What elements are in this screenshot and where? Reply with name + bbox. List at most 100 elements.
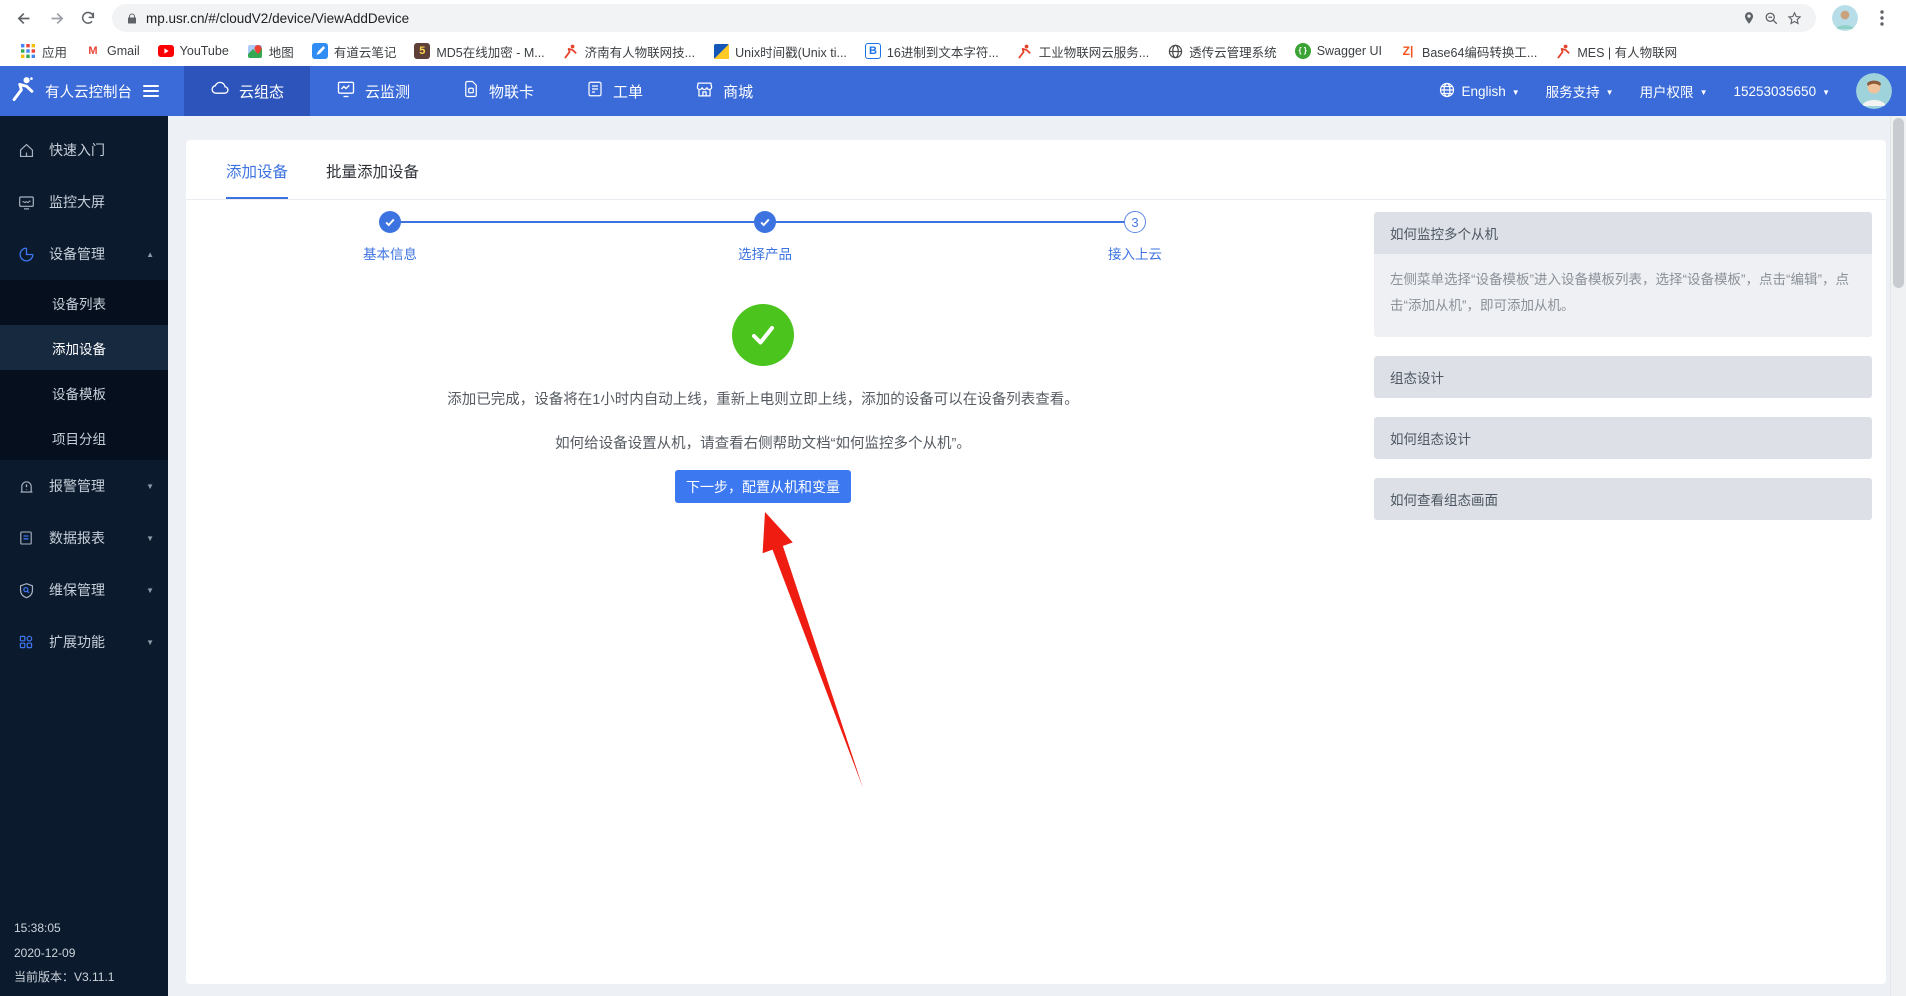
bookmark-hex-converter[interactable]: B 16进制到文本字符...	[857, 39, 1007, 64]
hamburger-icon[interactable]	[143, 85, 159, 97]
step1-check-icon	[379, 211, 401, 233]
browser-profile-avatar[interactable]	[1832, 5, 1858, 31]
device-submenu: 设备列表 添加设备 设备模板 项目分组	[0, 280, 168, 460]
tab-batch-add-device[interactable]: 批量添加设备	[326, 160, 419, 199]
hex-b-icon: B	[865, 43, 881, 59]
sidebar-item-project-group[interactable]: 项目分组	[0, 415, 168, 460]
help-box-multi-slave: 如何监控多个从机 左侧菜单选择“设备模板”进入设备模板列表，选择“设备模板”，点…	[1374, 212, 1872, 337]
sidebar-item-device-list[interactable]: 设备列表	[0, 280, 168, 325]
nav-tab-iot-card[interactable]: 物联卡	[436, 66, 560, 116]
nav-tab-work-order[interactable]: 工单	[560, 66, 669, 116]
home-icon	[16, 142, 36, 159]
base64-icon: Z|	[1400, 43, 1416, 59]
bookmark-youdao[interactable]: 有道云笔记	[304, 39, 405, 64]
cloud-icon	[210, 79, 230, 103]
next-step-button[interactable]: 下一步，配置从机和变量	[675, 470, 851, 503]
scrollbar-thumb[interactable]	[1893, 118, 1904, 288]
sidebar-item-quick-start[interactable]: 快速入门	[0, 124, 168, 176]
swagger-icon: { }	[1295, 43, 1311, 59]
sidebar: 快速入门 监控大屏 设备管理 ▲ 设备列表 添加设备 设备模板	[0, 116, 168, 996]
sidebar-item-label: 监控大屏	[49, 192, 105, 212]
sidebar-item-monitor-screen[interactable]: 监控大屏	[0, 176, 168, 228]
page-scrollbar[interactable]	[1890, 116, 1906, 996]
bookmark-passthrough-cloud[interactable]: 透传云管理系统	[1159, 39, 1285, 64]
bookmark-star-icon[interactable]	[1787, 11, 1802, 26]
app-body: 快速入门 监控大屏 设备管理 ▲ 设备列表 添加设备 设备模板	[0, 116, 1906, 996]
nav-right: English ▼ 服务支持 ▼ 用户权限 ▼ 15253035650 ▼	[1439, 66, 1906, 116]
bookmark-maps[interactable]: 地图	[239, 39, 302, 64]
help-title[interactable]: 如何组态设计	[1374, 417, 1872, 459]
report-icon	[16, 530, 36, 546]
nav-tab-label: 物联卡	[489, 81, 534, 102]
sidebar-item-label: 数据报表	[49, 528, 105, 548]
pie-chart-icon	[16, 246, 36, 263]
tab-add-device[interactable]: 添加设备	[226, 160, 288, 199]
chevron-up-icon: ▲	[146, 250, 154, 259]
nav-tab-cloud-scada[interactable]: 云组态	[184, 66, 310, 116]
account-menu[interactable]: 15253035650 ▼	[1733, 84, 1830, 99]
support-menu[interactable]: 服务支持 ▼	[1546, 81, 1614, 101]
bookmark-mes[interactable]: MES | 有人物联网	[1547, 39, 1685, 64]
language-selector[interactable]: English ▼	[1439, 82, 1519, 101]
help-title[interactable]: 组态设计	[1374, 356, 1872, 398]
sidebar-item-device-management[interactable]: 设备管理 ▲	[0, 228, 168, 280]
content-tabs: 添加设备 批量添加设备	[186, 140, 1886, 200]
bookmark-md5[interactable]: 5 MD5在线加密 - M...	[406, 39, 552, 64]
bookmark-base64[interactable]: Z| Base64编码转换工...	[1392, 39, 1545, 64]
account-label: 15253035650	[1733, 84, 1816, 99]
step1-label: 基本信息	[330, 243, 450, 263]
bookmark-label: 16进制到文本字符...	[887, 42, 999, 61]
bookmark-label: Unix时间戳(Unix ti...	[735, 42, 847, 61]
success-check-icon	[732, 304, 794, 366]
refresh-icon[interactable]	[74, 4, 102, 32]
chevron-down-icon: ▼	[146, 534, 154, 543]
submenu-item-label: 设备模板	[52, 383, 106, 403]
current-date: 2020-12-09	[14, 941, 114, 966]
help-body-text: 左侧菜单选择“设备模板”进入设备模板列表，选择“设备模板”，点击“编辑”，点击“…	[1374, 254, 1872, 337]
youtube-icon	[158, 43, 174, 59]
browser-toolbar: mp.usr.cn/#/cloudV2/device/ViewAddDevice	[0, 0, 1906, 36]
nav-tab-mall[interactable]: 商城	[669, 66, 779, 116]
bookmark-gmail[interactable]: M Gmail	[77, 40, 148, 62]
help-title[interactable]: 如何监控多个从机	[1374, 212, 1872, 254]
location-pin-icon[interactable]	[1742, 11, 1756, 25]
globe-dark-icon	[1167, 43, 1183, 59]
runner-icon	[1555, 43, 1571, 59]
zoom-out-icon[interactable]	[1764, 11, 1779, 26]
sidebar-item-data-report[interactable]: 数据报表 ▼	[0, 512, 168, 564]
bookmark-unix-timestamp[interactable]: Unix时间戳(Unix ti...	[705, 39, 855, 64]
bookmark-usr-iiot[interactable]: 工业物联网云服务...	[1009, 39, 1157, 64]
back-icon[interactable]	[10, 4, 38, 32]
sidebar-item-label: 维保管理	[49, 580, 105, 600]
forward-icon[interactable]	[42, 4, 70, 32]
sidebar-item-label: 设备管理	[49, 244, 105, 264]
nav-tab-cloud-monitor[interactable]: 云监测	[310, 66, 436, 116]
sidebar-item-device-template[interactable]: 设备模板	[0, 370, 168, 415]
permission-menu[interactable]: 用户权限 ▼	[1640, 81, 1708, 101]
sidebar-item-label: 报警管理	[49, 476, 105, 496]
sidebar-item-alarm-management[interactable]: 报警管理 ▼	[0, 460, 168, 512]
address-bar[interactable]: mp.usr.cn/#/cloudV2/device/ViewAddDevice	[112, 4, 1816, 32]
bookmark-youtube[interactable]: YouTube	[150, 40, 237, 62]
chevron-down-icon: ▼	[146, 638, 154, 647]
bookmark-label: 有道云笔记	[334, 42, 397, 61]
top-navigation: 有人云控制台 云组态 云监测 物联卡 工单	[0, 66, 1906, 116]
sidebar-item-maintenance[interactable]: 维保管理 ▼	[0, 564, 168, 616]
stepper: 3 基本信息 选择产品 接入上云	[186, 211, 1340, 275]
bookmark-label: 透传云管理系统	[1189, 42, 1277, 61]
sidebar-item-extensions[interactable]: 扩展功能 ▼	[0, 616, 168, 668]
bookmark-label: MD5在线加密 - M...	[436, 42, 544, 61]
bookmark-usr-jinan[interactable]: 济南有人物联网技...	[555, 39, 703, 64]
version-label: 当前版本：V3.11.1	[14, 965, 114, 990]
alarm-icon	[16, 478, 36, 495]
monitor-chart-icon	[336, 79, 356, 103]
bookmark-swagger[interactable]: { } Swagger UI	[1287, 40, 1390, 62]
runner-icon	[1017, 43, 1033, 59]
bookmark-apps[interactable]: 应用	[12, 39, 75, 64]
usr-logo-icon	[10, 76, 36, 107]
help-title[interactable]: 如何查看组态画面	[1374, 478, 1872, 520]
sidebar-item-label: 快速入门	[49, 140, 105, 160]
user-avatar[interactable]	[1856, 73, 1892, 109]
sidebar-item-add-device[interactable]: 添加设备	[0, 325, 168, 370]
browser-menu-icon[interactable]	[1868, 4, 1896, 32]
